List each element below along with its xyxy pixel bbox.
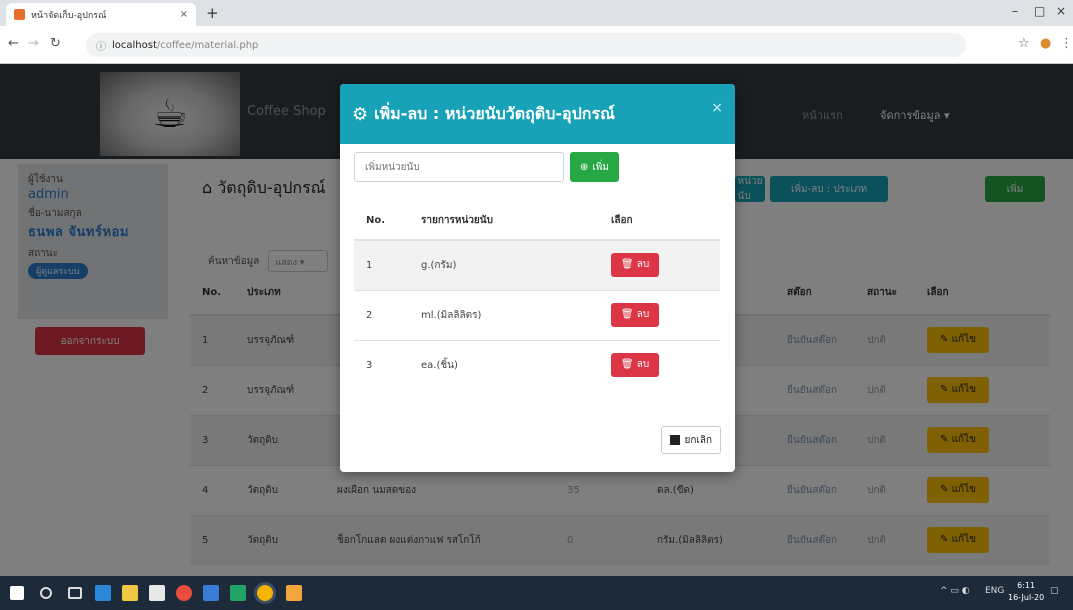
firefox-icon[interactable] <box>176 585 192 601</box>
extension-icon[interactable]: ● <box>1040 36 1051 51</box>
star-icon[interactable]: ☆ <box>1018 36 1030 51</box>
trash-icon: 🗑 <box>620 359 637 371</box>
unit-table: No. รายการหน่วยนับ เลือก 1 g.(กรัม) 🗑 ลบ… <box>354 202 720 390</box>
new-tab-button[interactable]: + <box>206 4 219 22</box>
delete-button[interactable]: 🗑 ลบ <box>611 353 659 378</box>
modal-title: เพิ่ม-ลบ : หน่วยนับวัตถุดิบ-อุปกรณ์ <box>374 103 615 123</box>
unit-action: 🗑 ลบ <box>599 239 720 290</box>
minimize-button[interactable]: – <box>1012 4 1018 18</box>
file-explorer-icon[interactable] <box>122 585 138 601</box>
clock[interactable]: 6:11 16-Jul-20 <box>1008 580 1044 604</box>
delete-button[interactable]: 🗑 ลบ <box>611 253 659 278</box>
clock-date: 16-Jul-20 <box>1008 593 1045 602</box>
xampp-icon[interactable] <box>286 585 302 601</box>
clock-time: 6:11 <box>1017 581 1036 590</box>
close-icon[interactable]: × <box>711 100 723 116</box>
col-select: เลือก <box>599 202 720 241</box>
modal-header: ⚙ เพิ่ม-ลบ : หน่วยนับวัตถุดิบ-อุปกรณ์ × <box>340 84 735 144</box>
chrome-icon[interactable] <box>257 585 273 601</box>
url-host: localhost <box>112 39 157 51</box>
unit-table-header: No. รายการหน่วยนับ เลือก <box>354 202 720 241</box>
tab-close-icon[interactable]: × <box>180 9 188 20</box>
arrow-left-icon[interactable]: ← <box>8 36 19 51</box>
browser-toolbar: ← → ↻ ⓘ localhost /coffee/material.php ☆… <box>0 26 1073 64</box>
trash-icon: 🗑 <box>620 309 637 320</box>
unit-name: ea.(ชิ้น) <box>409 339 599 390</box>
col-no: No. <box>354 202 409 241</box>
unit-modal: ⚙ เพิ่ม-ลบ : หน่วยนับวัตถุดิบ-อุปกรณ์ × … <box>340 84 735 472</box>
stop-icon <box>670 435 681 445</box>
unit-row: 2 ml.(มิลลิลิตร) 🗑 ลบ <box>354 289 720 340</box>
os-taskbar: ^ ▭ ◐ ENG 6:11 16-Jul-20 ▢ <box>0 576 1073 610</box>
add-unit-form: ⊕เพิ่ม <box>354 152 619 182</box>
excel-icon[interactable] <box>230 585 246 601</box>
unit-row: 1 g.(กรัม) 🗑 ลบ <box>354 239 720 290</box>
task-view-icon[interactable] <box>68 587 82 599</box>
windows-start-icon[interactable] <box>10 586 24 600</box>
browser-tab-bar: หน้าจัดเก็บ-อุปกรณ์ × + – □ × <box>0 0 1073 26</box>
address-bar[interactable]: ⓘ localhost /coffee/material.php <box>86 33 966 57</box>
unit-no: 1 <box>354 239 409 290</box>
info-icon: ⓘ <box>96 41 106 53</box>
unit-row: 3 ea.(ชิ้น) 🗑 ลบ <box>354 339 720 390</box>
unit-name: g.(กรัม) <box>409 239 599 290</box>
unit-action: 🗑 ลบ <box>599 289 720 340</box>
language-indicator[interactable]: ENG <box>985 586 1004 596</box>
gear-icon: ⚙ <box>352 103 369 125</box>
app-icon[interactable] <box>203 585 219 601</box>
unit-name-input[interactable] <box>354 152 564 182</box>
close-window-button[interactable]: × <box>1056 4 1066 18</box>
plus-circle-icon: ⊕ <box>580 161 589 173</box>
unit-action: 🗑 ลบ <box>599 339 720 390</box>
url-path: /coffee/material.php <box>156 39 259 51</box>
arrow-right-icon[interactable]: → <box>28 36 39 51</box>
store-icon[interactable] <box>149 585 165 601</box>
unit-name: ml.(มิลลิลิตร) <box>409 289 599 340</box>
tray-icons[interactable]: ^ ▭ ◐ <box>940 586 970 596</box>
col-unit-name: รายการหน่วยนับ <box>409 202 599 241</box>
search-icon[interactable] <box>40 587 52 599</box>
edge-icon[interactable] <box>95 585 111 601</box>
browser-tab[interactable]: หน้าจัดเก็บ-อุปกรณ์ × <box>6 3 196 26</box>
tab-title: หน้าจัดเก็บ-อุปกรณ์ <box>31 10 107 21</box>
favicon-icon <box>14 9 25 20</box>
delete-button[interactable]: 🗑 ลบ <box>611 303 659 327</box>
unit-no: 3 <box>354 339 409 390</box>
add-unit-button[interactable]: ⊕ เพิ่ม <box>570 152 619 182</box>
trash-icon: 🗑 <box>620 259 637 271</box>
cancel-button[interactable]: ยกเลิก <box>661 426 721 454</box>
notification-icon[interactable]: ▢ <box>1050 586 1059 596</box>
unit-no: 2 <box>354 289 409 340</box>
menu-icon[interactable]: ⋮ <box>1060 36 1073 51</box>
maximize-button[interactable]: □ <box>1034 4 1045 18</box>
reload-icon[interactable]: ↻ <box>50 36 61 51</box>
